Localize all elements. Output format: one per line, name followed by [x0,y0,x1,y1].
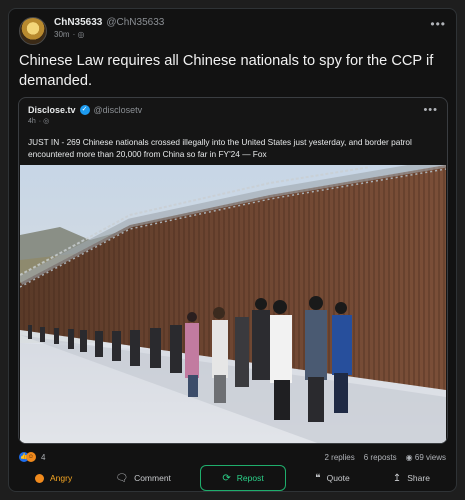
globe-icon: · ◎ [38,118,50,125]
border-crossing-photo [20,165,446,443]
post-header: ChN35633 @ChN35633 30m · ◎ ••• [19,17,446,47]
more-options-icon[interactable]: ••• [430,17,446,31]
author-handle[interactable]: @ChN35633 [106,17,164,28]
replies-count[interactable]: 2 replies [325,453,355,462]
share-button[interactable]: ↥ Share [379,465,444,491]
quote-label: Quote [326,473,350,483]
quoted-post-header: Disclose.tv ✓ @disclosetv 4h · ◎ ••• [28,104,438,131]
angry-button[interactable]: Angry [21,465,86,491]
quote-icon: ❝ [315,472,321,484]
quoted-post-text: JUST IN - 269 Chinese nationals crossed … [28,137,412,159]
quoted-post-photo[interactable] [20,165,446,443]
comment-button[interactable]: 🗨 Comment [101,465,185,491]
quoted-author-handle[interactable]: @disclosetv [94,105,143,115]
quoted-post[interactable]: Disclose.tv ✓ @disclosetv 4h · ◎ ••• JUS… [18,97,448,444]
action-bar: Angry 🗨 Comment ⟳ Repost ❝ Quote ↥ Share [15,465,450,491]
share-label: Share [407,473,430,483]
post-text: Chinese Law requires all Chinese nationa… [19,53,434,89]
reaction-count: 4 [41,452,46,462]
author-name[interactable]: ChN35633 [54,17,102,28]
quote-button[interactable]: ❝ Quote [301,465,364,491]
repost-button[interactable]: ⟳ Repost [200,465,287,491]
comment-label: Comment [134,473,171,483]
comment-icon: 🗨 [115,472,129,484]
reposts-count[interactable]: 6 reposts [364,453,397,462]
angry-reaction-icon: ☺ [26,452,36,462]
more-options-icon[interactable]: ••• [423,104,438,116]
angry-face-icon [35,473,44,483]
author-info: ChN35633 @ChN35633 30m · ◎ [54,17,164,39]
views-count: ◉ 69 views [405,452,446,462]
reactions-summary[interactable]: 👍 ☺ 4 [19,452,45,462]
angry-label: Angry [50,473,73,483]
repost-icon: ⟳ [222,472,231,484]
share-icon: ↥ [392,472,402,484]
verified-badge-icon: ✓ [79,105,90,115]
avatar[interactable] [19,17,47,45]
globe-icon: · ◎ [72,30,85,39]
post-card: ChN35633 @ChN35633 30m · ◎ ••• Chinese L… [8,8,457,492]
eye-icon: ◉ [405,452,413,462]
engagement-stats: 👍 ☺ 4 2 replies 6 reposts ◉ 69 views [19,450,446,464]
repost-label: Repost [236,473,264,483]
post-time[interactable]: 30m [54,30,70,39]
quoted-post-time: 4h [28,117,36,125]
quoted-author-name[interactable]: Disclose.tv [28,105,76,115]
